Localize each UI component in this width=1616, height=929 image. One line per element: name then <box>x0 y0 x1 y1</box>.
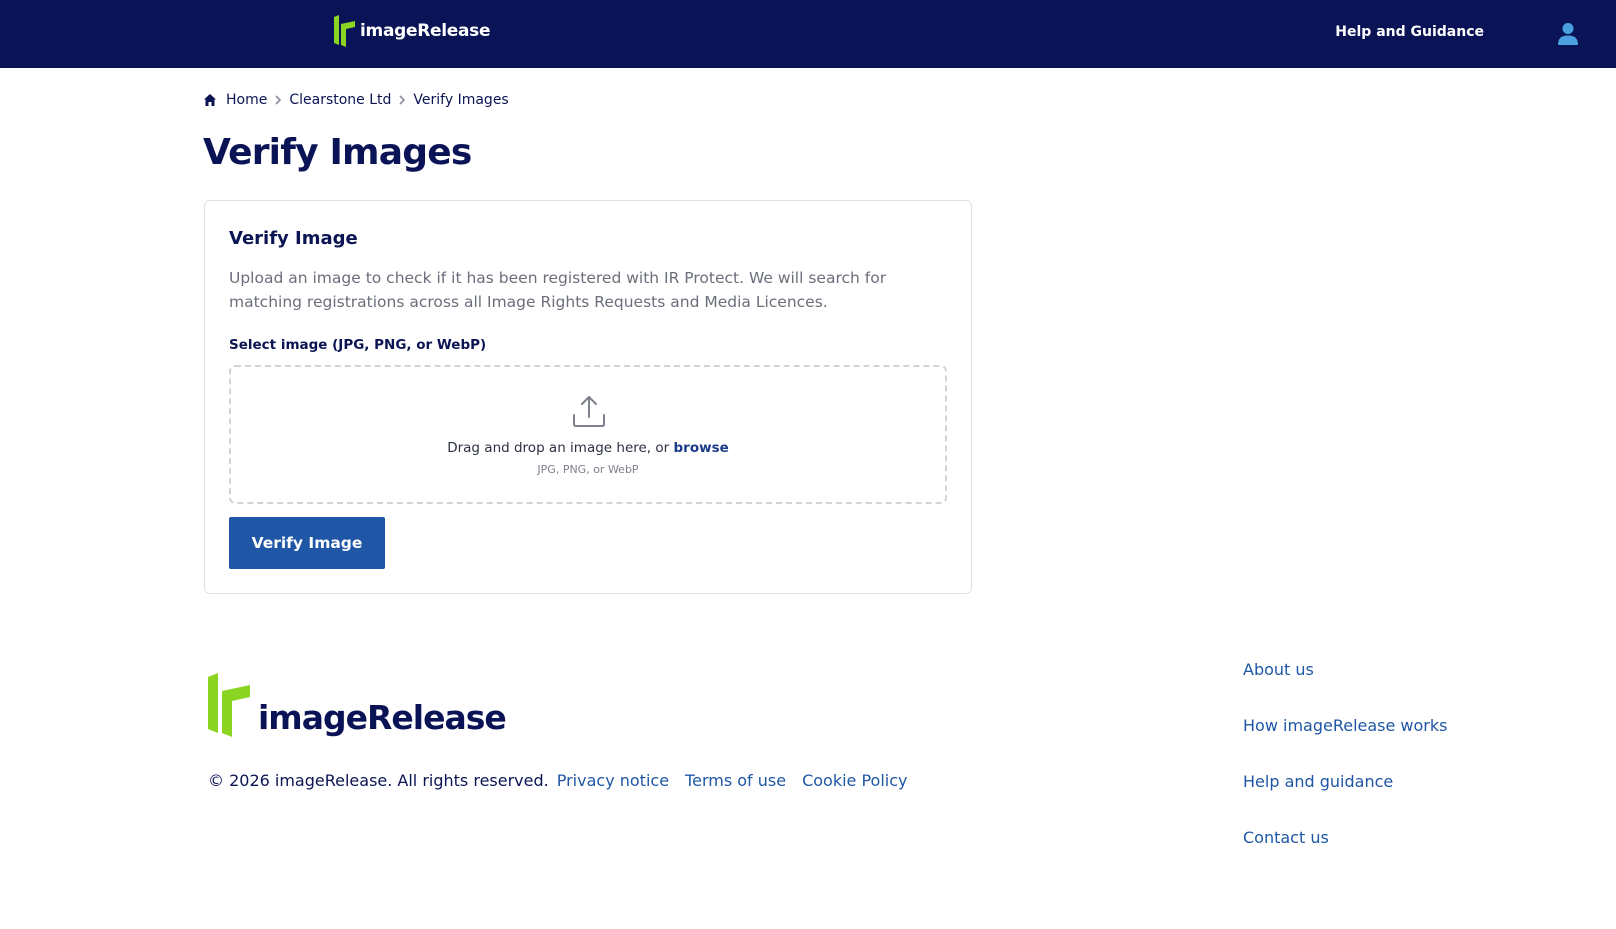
upload-icon <box>573 396 605 427</box>
home-icon <box>204 94 216 106</box>
card-description: Upload an image to check if it has been … <box>229 269 887 311</box>
terms-of-use-link[interactable]: Terms of use <box>685 771 786 790</box>
breadcrumb-current: Verify Images <box>413 92 509 108</box>
footer-nav: About us How imageRelease works Help and… <box>1243 660 1447 884</box>
verify-image-button[interactable]: Verify Image <box>229 517 385 569</box>
footer-how-it-works-link[interactable]: How imageRelease works <box>1243 716 1447 772</box>
chevron-right-icon <box>399 95 406 105</box>
breadcrumb: Home Clearstone Ltd Verify Images <box>203 92 509 108</box>
card-title: Verify Image <box>229 228 358 249</box>
nav-logo-link[interactable]: imageRelease <box>334 15 491 47</box>
footer-bottom: © 2026 imageRelease. All rights reserved… <box>208 771 924 790</box>
footer-about-us-link[interactable]: About us <box>1243 660 1447 716</box>
chevron-right-icon <box>275 95 282 105</box>
privacy-notice-link[interactable]: Privacy notice <box>557 771 669 790</box>
imagerelease-logo-icon <box>334 15 355 47</box>
dropzone-text: Drag and drop an image here, or browse <box>231 440 945 456</box>
footer-logo-text: imageRelease <box>258 698 507 737</box>
copyright-text: © 2026 imageRelease. All rights reserved… <box>208 771 549 790</box>
footer-help-link[interactable]: Help and guidance <box>1243 772 1447 828</box>
browse-link[interactable]: browse <box>674 440 729 456</box>
nav-logo-text: imageRelease <box>360 21 491 41</box>
footer-logo-link[interactable]: imageRelease <box>208 672 507 738</box>
footer-contact-link[interactable]: Contact us <box>1243 828 1447 884</box>
select-image-label: Select image (JPG, PNG, or WebP) <box>229 337 487 353</box>
breadcrumb-org[interactable]: Clearstone Ltd <box>289 92 391 108</box>
image-dropzone[interactable]: Drag and drop an image here, or browse J… <box>229 365 947 504</box>
cookie-policy-link[interactable]: Cookie Policy <box>802 771 907 790</box>
dropzone-hint: JPG, PNG, or WebP <box>537 463 639 476</box>
breadcrumb-home[interactable]: Home <box>226 92 267 108</box>
top-nav-bar: imageRelease Help and Guidance <box>0 0 1616 68</box>
imagerelease-logo-icon <box>208 673 250 737</box>
user-icon[interactable] <box>1557 22 1579 46</box>
dropzone-instruction: Drag and drop an image here, or <box>447 440 674 456</box>
help-and-guidance-link[interactable]: Help and Guidance <box>1335 24 1484 40</box>
verify-image-card: Verify Image Upload an image to check if… <box>204 200 972 594</box>
page-title: Verify Images <box>203 132 472 173</box>
